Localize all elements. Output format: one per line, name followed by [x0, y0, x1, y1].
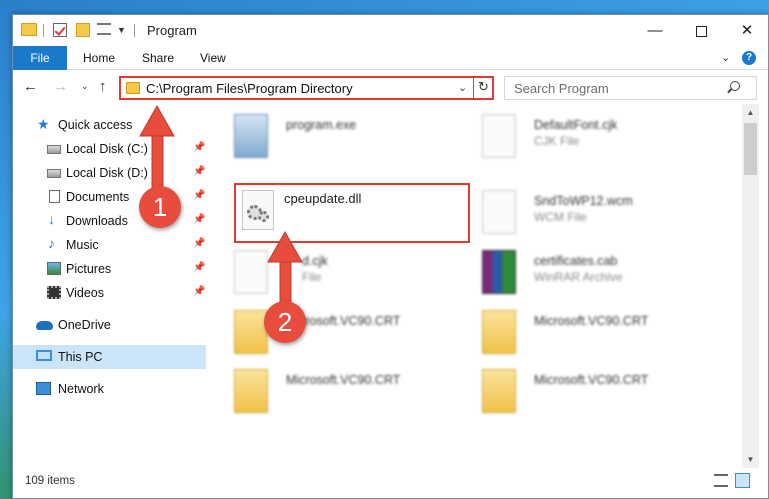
- arrow-1-shaft: [151, 131, 164, 193]
- step-2-badge: 2: [264, 301, 306, 343]
- arrow-2-head: [267, 230, 303, 263]
- arrow-1-head: [139, 104, 175, 137]
- step-1-badge: 1: [139, 186, 181, 228]
- annotation-arrows: [139, 104, 303, 309]
